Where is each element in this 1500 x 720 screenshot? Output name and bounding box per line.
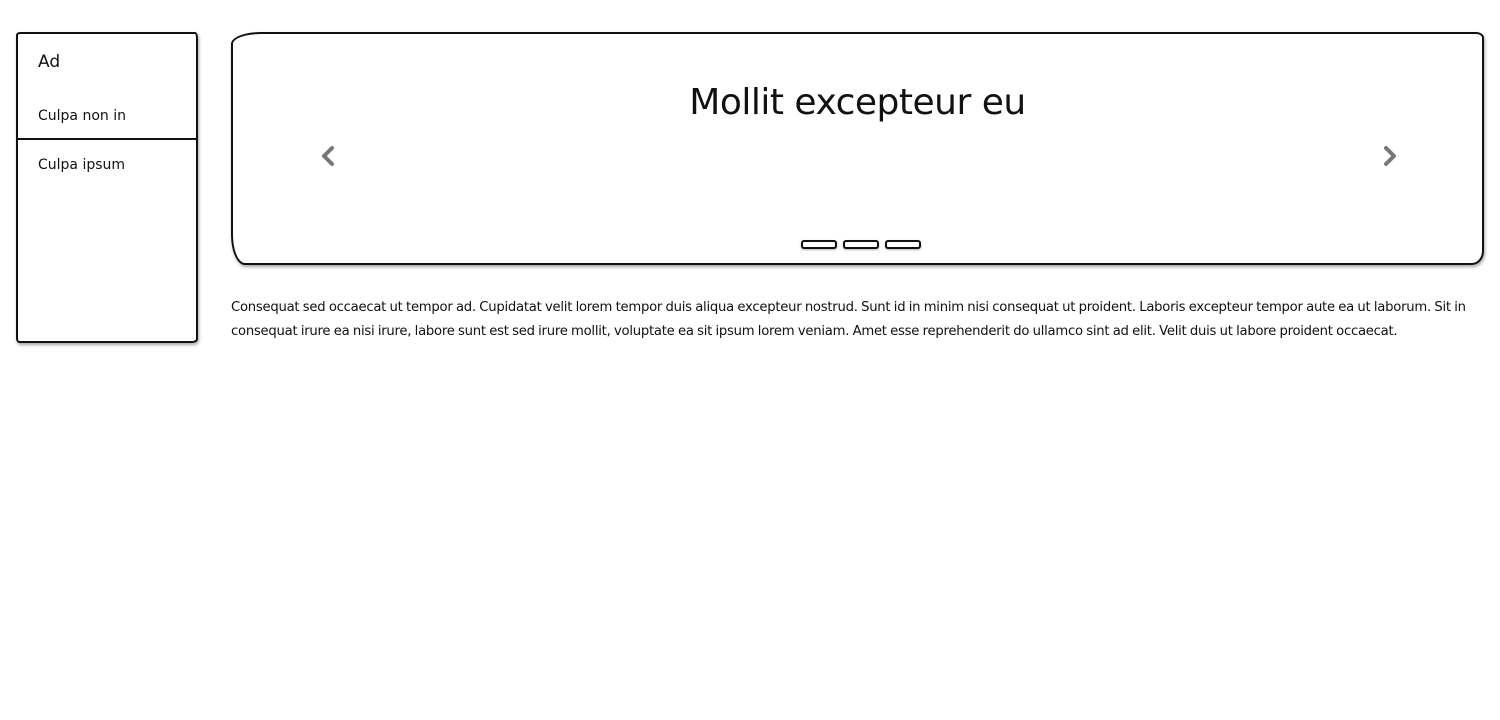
carousel-indicator-2[interactable] <box>843 240 879 249</box>
carousel-slide-title: Mollit excepteur eu <box>689 82 1026 123</box>
ad-sidebar: Ad Culpa non in Culpa ipsum <box>16 32 198 343</box>
carousel-next-button[interactable] <box>1379 144 1401 168</box>
carousel-indicator-1[interactable] <box>801 240 837 249</box>
content-paragraph: Consequat sed occaecat ut tempor ad. Cup… <box>231 300 1466 340</box>
sidebar-link-culpa-non-in[interactable]: Culpa non in <box>38 108 126 124</box>
carousel-prev-button[interactable] <box>317 144 339 168</box>
carousel: Mollit excepteur eu <box>231 32 1484 265</box>
sidebar-header-section <box>18 34 196 140</box>
chevron-left-icon <box>322 146 334 166</box>
chevron-right-icon <box>1384 146 1396 166</box>
ad-title: Ad <box>38 52 61 72</box>
carousel-indicators <box>801 240 921 249</box>
carousel-indicator-3[interactable] <box>885 240 921 249</box>
page: Ad Culpa non in Culpa ipsum Mollit excep… <box>0 0 1500 720</box>
sidebar-link-culpa-ipsum[interactable]: Culpa ipsum <box>38 157 125 173</box>
